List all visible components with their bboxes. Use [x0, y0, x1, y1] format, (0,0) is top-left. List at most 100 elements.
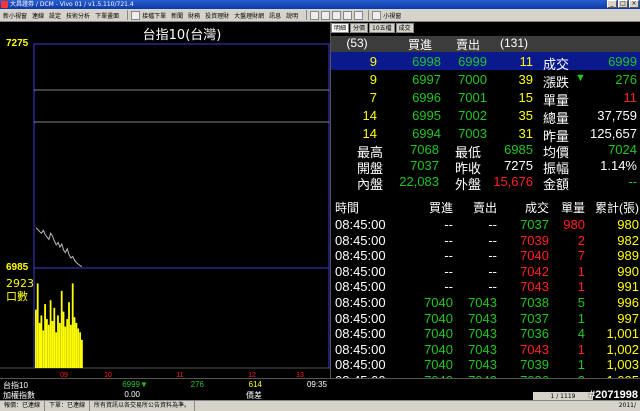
tick-cell: -- — [444, 263, 453, 279]
order-icon[interactable] — [131, 10, 141, 20]
tick-cell: 08:45:00 — [335, 341, 386, 357]
close-button[interactable]: × — [629, 0, 639, 8]
tick-row[interactable]: 08:45:00 -- -- 7042 1 990 — [331, 264, 640, 279]
menu-technical[interactable]: 技術分析 — [66, 11, 90, 20]
footer-sub-value: 0.00 — [124, 390, 140, 399]
down-arrow-icon: ▼ — [140, 380, 148, 389]
tick-cell: 1,001 — [606, 326, 639, 342]
tick-cell: 08:45:00 — [335, 310, 386, 326]
menu-messages[interactable]: 訊息 — [269, 11, 281, 20]
tick-cell: -- — [488, 248, 497, 264]
tick-cell: 08:45:00 — [335, 217, 386, 232]
tick-cell: 2 — [577, 232, 585, 248]
tick-cell: 7039 — [520, 232, 549, 248]
maximize-button[interactable]: □ — [618, 0, 628, 8]
small-window-icon[interactable] — [372, 10, 382, 20]
tick-row[interactable]: 08:45:00 -- -- 7043 1 991 — [331, 279, 640, 294]
status-bar: 報價：已連線 下單：已連線 所有資訊以各交易所公告資料為準。 2011/ — [0, 400, 640, 411]
volume-bar — [36, 283, 39, 368]
quote-tabs: 明細 分價 10五檔 成交 — [331, 23, 414, 33]
tick-row[interactable]: 08:45:00 -- -- 7039 2 982 — [331, 233, 640, 248]
volume-bar — [81, 339, 83, 368]
toolbar-divider — [127, 10, 129, 20]
bid-qty: 9 — [369, 54, 377, 69]
tick-cell: 4 — [577, 326, 585, 342]
menu-finance[interactable]: 財務 — [188, 11, 200, 20]
bid-price: 6997 — [412, 72, 441, 87]
menu-connect[interactable]: 連線 — [32, 11, 44, 20]
status-date: 2011/ — [618, 402, 636, 409]
volume-bar — [38, 322, 41, 368]
tick-cell: 1 — [577, 279, 585, 295]
ask-qty: 11 — [519, 54, 534, 69]
tick-row[interactable]: 08:45:00 -- -- 7040 7 989 — [331, 248, 640, 263]
volume-bar — [70, 324, 72, 368]
tab-detail[interactable]: 明細 — [331, 23, 350, 33]
ask-qty: 35 — [518, 108, 533, 123]
tab-trades[interactable]: 成交 — [395, 23, 414, 33]
summary-value: 7024 — [608, 142, 637, 157]
footer-change: 276 — [190, 380, 204, 389]
menu-order[interactable]: 下單畫面 — [95, 11, 119, 20]
orderbook-row[interactable]: 14 6994 7003 31 昨量 125,657 — [331, 124, 640, 144]
orderbook-row[interactable]: 9 6998 6999 11 成交 6999 — [331, 52, 640, 72]
orderbook-row[interactable]: 9 6997 7000 39 漲跌 ▼ 276 — [331, 70, 640, 90]
layout-1-icon[interactable] — [310, 10, 320, 20]
tick-row[interactable]: 08:45:00 7040 7043 7038 5 996 — [331, 295, 640, 310]
volume-bar — [55, 332, 57, 368]
summary-value: 22,083 — [399, 174, 439, 189]
menu-invest[interactable]: 投資理財 — [205, 11, 229, 20]
tick-cell: 996 — [617, 295, 639, 310]
menu-help[interactable]: 說明 — [286, 11, 298, 20]
ask-qty: 39 — [518, 72, 533, 87]
ticks-col-header: 時間 — [335, 201, 360, 215]
summary-value: 6985 — [504, 142, 533, 157]
tick-cell: 7040 — [424, 341, 453, 357]
orderbook-row[interactable]: 7 6996 7001 15 單量 11 — [331, 88, 640, 108]
intraday-chart[interactable]: 09 10 11 12 13 台指10(台灣) 7275 6985 2923 口數 — [0, 22, 330, 378]
layout-2-icon[interactable] — [321, 10, 331, 20]
layout-4-icon[interactable] — [343, 10, 353, 20]
tick-cell: 08:45:00 — [335, 326, 386, 342]
tick-row[interactable]: 08:45:00 -- -- 7037 980 980 — [331, 217, 640, 232]
tick-cell: 7037 — [520, 310, 549, 326]
tab-price-distribution[interactable]: 分價 — [350, 23, 369, 33]
app-icon — [1, 1, 8, 8]
menu-new-window[interactable]: 新小視窗 — [3, 11, 27, 20]
footer-price: 6999 — [122, 380, 140, 389]
tick-cell: -- — [488, 279, 497, 295]
volume-max-label: 2923 — [6, 277, 34, 290]
tick-cell: 7043 — [520, 279, 549, 295]
menu-market-web[interactable]: 大盤理財網 — [234, 11, 264, 20]
tick-cell: 08:45:00 — [335, 248, 386, 264]
tick-row[interactable]: 08:45:00 7040 7043 7043 1 1,002 — [331, 342, 640, 357]
tick-cell: 7042 — [520, 263, 549, 279]
menu-settings[interactable]: 設定 — [49, 11, 61, 20]
tick-row[interactable]: 08:45:00 7040 7043 7036 4 1,001 — [331, 326, 640, 341]
tick-cell: 7043 — [520, 341, 549, 357]
layout-5-icon[interactable] — [354, 10, 364, 20]
menu-news[interactable]: 新聞 — [171, 11, 183, 20]
menu-quick-order[interactable]: 接檔下單 — [142, 11, 166, 20]
watermark: #2071998 — [589, 389, 638, 401]
small-window-button[interactable]: 小視窗 — [383, 11, 401, 20]
chart-footer: 台指10 6999 ▼ 276 614 09:35 加權指數 0.00 價差 — [0, 378, 330, 400]
tick-cell: 7040 — [424, 326, 453, 342]
tick-cell: -- — [488, 232, 497, 248]
volume-bar — [35, 309, 37, 368]
stat-value: 37,759 — [597, 108, 637, 123]
summary-label: 內盤 — [357, 177, 384, 192]
tick-cell: 1 — [577, 310, 585, 326]
summary-value: 7068 — [410, 142, 439, 157]
tab-ten-levels[interactable]: 10五檔 — [369, 23, 395, 33]
layout-3-icon[interactable] — [332, 10, 342, 20]
tick-cell: -- — [488, 217, 497, 232]
volume-bar — [40, 315, 43, 368]
tick-row[interactable]: 08:45:00 7040 7043 7039 1 1,003 — [331, 357, 640, 372]
tick-cell: -- — [444, 232, 453, 248]
orderbook-row[interactable]: 14 6995 7002 35 總量 37,759 — [331, 106, 640, 126]
ticks-col-header: 買進 — [428, 201, 453, 215]
minimize-button[interactable]: _ — [607, 0, 617, 8]
price-line — [35, 227, 83, 267]
tick-row[interactable]: 08:45:00 7040 7043 7037 1 997 — [331, 311, 640, 326]
